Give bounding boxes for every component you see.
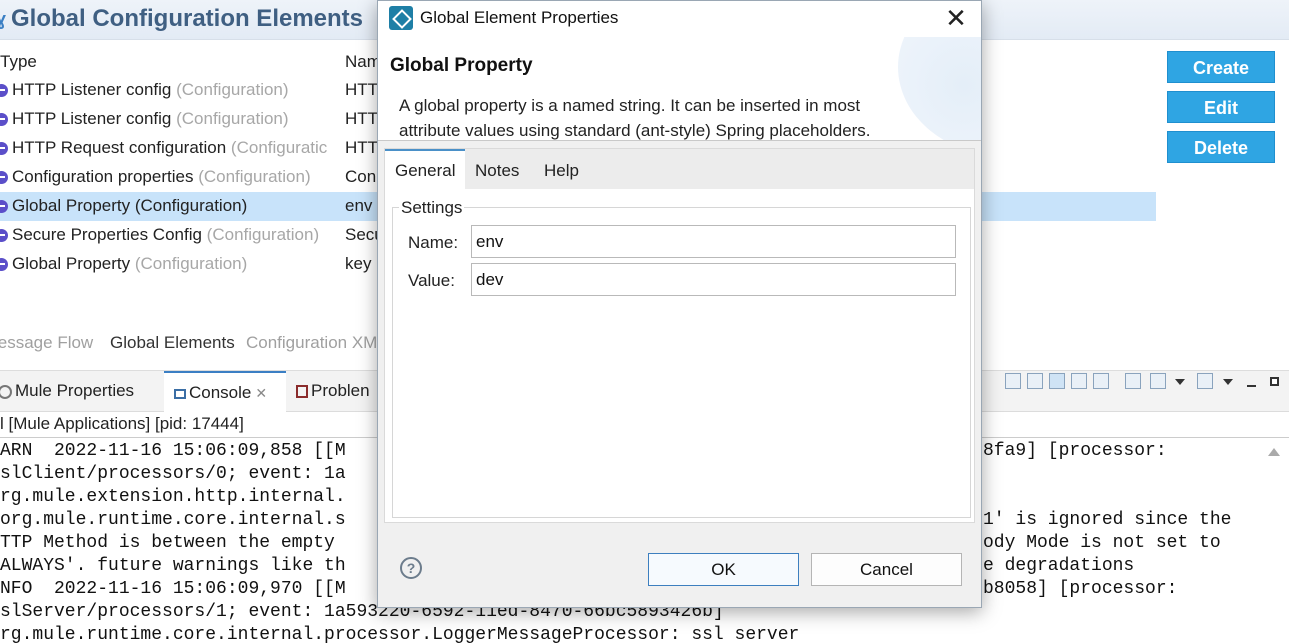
console-line: org.mule.runtime.core.internal.s bbox=[0, 510, 346, 530]
tab-problems[interactable]: Problen bbox=[296, 371, 370, 413]
display-console-icon[interactable] bbox=[1150, 373, 1166, 389]
mule-logo-icon: ɣ bbox=[0, 9, 7, 29]
console-line-tail: ody Mode is not set to bbox=[983, 533, 1221, 553]
dialog-description: A global property is a named string. It … bbox=[399, 96, 871, 140]
tab-help[interactable]: Help bbox=[534, 149, 589, 189]
tab-general[interactable]: General bbox=[385, 149, 466, 189]
tab-label: Problen bbox=[311, 381, 370, 400]
console-line: ALWAYS'. future warnings like th bbox=[0, 556, 346, 576]
config-element-icon bbox=[0, 229, 8, 242]
tab-label: Mule Properties bbox=[15, 381, 135, 400]
dialog-heading: Global Property bbox=[390, 55, 533, 76]
open-console-icon[interactable] bbox=[1197, 373, 1213, 389]
row-type: HTTP Listener config (Configuration) bbox=[12, 109, 289, 128]
tab-message-flow[interactable]: lessage Flow bbox=[0, 333, 93, 353]
console-line-tail: 1' is ignored since the bbox=[983, 510, 1232, 530]
row-type: HTTP Request configuration (Configuratic bbox=[12, 138, 328, 157]
console-line: rg.mule.extension.http.internal. bbox=[0, 487, 346, 507]
console-line-tail: 8fa9] [processor: bbox=[983, 441, 1167, 461]
show-console-icon[interactable] bbox=[1093, 373, 1109, 389]
row-type: Secure Properties Config (Configuration) bbox=[12, 225, 320, 244]
config-element-icon bbox=[0, 84, 8, 97]
minimize-icon[interactable] bbox=[1247, 385, 1256, 387]
tab-notes[interactable]: Notes bbox=[465, 149, 529, 189]
row-type: Global Property (Configuration) bbox=[12, 196, 248, 215]
maximize-icon[interactable] bbox=[1270, 377, 1279, 386]
global-element-properties-dialog: Global Element Properties ✕ Global Prope… bbox=[377, 0, 982, 608]
remove-launch-icon[interactable] bbox=[1005, 373, 1021, 389]
config-element-icon bbox=[0, 171, 8, 184]
config-element-icon bbox=[0, 258, 8, 271]
console-icon bbox=[174, 388, 186, 399]
gear-icon bbox=[0, 384, 12, 399]
ok-button[interactable]: OK bbox=[648, 553, 799, 586]
console-line: ARN 2022-11-16 15:06:09,858 [[M bbox=[0, 441, 346, 461]
dialog-title-bar[interactable]: Global Element Properties ✕ bbox=[378, 1, 981, 37]
chevron-down-icon[interactable] bbox=[1223, 379, 1233, 385]
row-name: HTT bbox=[345, 138, 379, 157]
value-field[interactable] bbox=[471, 263, 956, 296]
chevron-down-icon[interactable] bbox=[1175, 379, 1185, 385]
console-line: NFO 2022-11-16 15:06:09,970 [[M bbox=[0, 579, 346, 599]
console-line: slClient/processors/0; event: 1a bbox=[0, 464, 346, 484]
row-name: env bbox=[345, 196, 373, 215]
editor-title: Global Configuration Elements bbox=[11, 5, 364, 32]
row-type: HTTP Listener config (Configuration) bbox=[12, 80, 289, 99]
tab-label: Console bbox=[189, 383, 252, 402]
console-line-tail: b8058] [processor: bbox=[983, 579, 1178, 599]
config-element-icon bbox=[0, 113, 8, 126]
row-name: HTT bbox=[345, 109, 379, 128]
column-header-type[interactable]: Type bbox=[0, 52, 37, 72]
dialog-tabs: General Notes Help bbox=[385, 149, 974, 189]
scroll-up-arrow-icon[interactable] bbox=[1268, 448, 1280, 456]
column-header-name[interactable]: Nam bbox=[345, 52, 381, 72]
word-wrap-icon[interactable] bbox=[1071, 373, 1087, 389]
config-element-icon bbox=[0, 142, 8, 155]
console-line: rg.mule.runtime.core.internal.processor.… bbox=[0, 625, 800, 643]
row-type: Configuration properties (Configuration) bbox=[12, 167, 311, 186]
row-name: Con bbox=[345, 167, 377, 186]
tab-configuration-xml[interactable]: Configuration XM bbox=[246, 333, 377, 353]
settings-legend: Settings bbox=[399, 198, 465, 218]
console-line-tail: e degradations bbox=[983, 556, 1135, 576]
dialog-body: General Notes Help Settings Name: Value: bbox=[384, 148, 975, 523]
dialog-app-icon bbox=[389, 6, 413, 30]
cancel-button[interactable]: Cancel bbox=[811, 553, 962, 586]
value-label: Value: bbox=[408, 271, 455, 290]
problems-icon bbox=[296, 385, 308, 399]
name-field[interactable] bbox=[471, 225, 956, 258]
row-name: Secu bbox=[345, 225, 380, 244]
dialog-header: Global Property A global property is a n… bbox=[378, 37, 981, 141]
delete-button[interactable]: Delete bbox=[1167, 131, 1275, 163]
tab-global-elements[interactable]: Global Elements bbox=[110, 333, 235, 353]
tab-mule-properties[interactable]: Mule Properties bbox=[0, 371, 134, 413]
settings-group: Settings Name: Value: bbox=[392, 198, 971, 518]
row-name: HTT bbox=[345, 80, 379, 99]
close-tab-icon[interactable]: ✕ bbox=[255, 385, 267, 401]
tab-console[interactable]: Console ✕ bbox=[164, 371, 286, 413]
scroll-lock-icon[interactable] bbox=[1049, 373, 1065, 389]
console-title: l [Mule Applications] [pid: 17444] bbox=[0, 414, 244, 433]
close-icon[interactable]: ✕ bbox=[938, 4, 974, 34]
pin-console-icon[interactable] bbox=[1125, 373, 1141, 389]
console-line: TTP Method is between the empty bbox=[0, 533, 346, 553]
row-name: key bbox=[345, 254, 372, 273]
row-type: Global Property (Configuration) bbox=[12, 254, 248, 273]
config-element-icon bbox=[0, 200, 8, 213]
create-button[interactable]: Create bbox=[1167, 51, 1275, 83]
dialog-title: Global Element Properties bbox=[420, 8, 619, 27]
help-icon[interactable]: ? bbox=[400, 557, 422, 579]
edit-button[interactable]: Edit bbox=[1167, 91, 1275, 123]
name-label: Name: bbox=[408, 233, 459, 252]
clear-console-icon[interactable] bbox=[1027, 373, 1043, 389]
